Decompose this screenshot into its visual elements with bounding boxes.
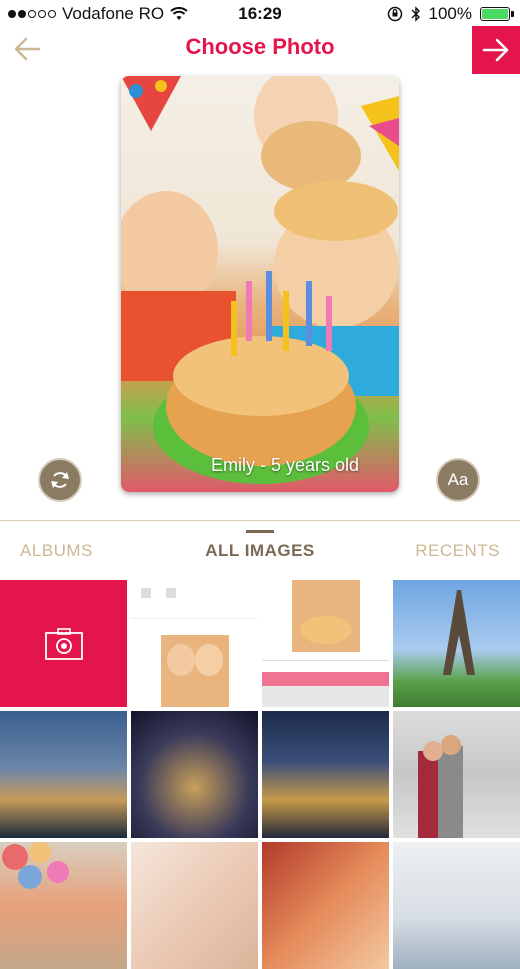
image-source-tabs: ALBUMS ALL IMAGES RECENTS <box>0 520 520 575</box>
orientation-lock-icon <box>387 6 402 22</box>
photo-caption: Emily - 5 years old <box>211 455 360 475</box>
image-thumbnail[interactable] <box>131 711 258 838</box>
rotate-icon <box>51 472 69 488</box>
image-thumbnail[interactable] <box>0 711 127 838</box>
photo-preview[interactable]: Emily - 5 years old <box>121 76 399 492</box>
image-thumbnail[interactable] <box>0 842 127 969</box>
battery-icon <box>480 7 514 21</box>
image-thumbnail[interactable] <box>393 711 520 838</box>
navigation-bar: Choose Photo <box>0 26 520 74</box>
preview-photo-illustration <box>121 76 399 484</box>
image-thumbnail[interactable] <box>262 842 389 969</box>
couple-photo-illustration <box>418 735 463 838</box>
rotate-button[interactable] <box>38 458 82 502</box>
image-thumbnail[interactable] <box>262 711 389 838</box>
screenshot-thumbnail-illustration <box>131 588 258 707</box>
balloons-illustration <box>2 842 69 889</box>
camera-icon <box>44 627 83 660</box>
add-text-button[interactable]: Aa <box>436 458 480 502</box>
eiffel-tower-illustration <box>443 590 475 675</box>
arrow-right-icon <box>482 38 509 62</box>
image-thumbnail[interactable] <box>393 580 520 707</box>
image-thumbnail[interactable] <box>262 580 389 707</box>
tab-recents[interactable]: RECENTS <box>415 541 500 561</box>
image-thumbnail[interactable] <box>393 842 520 969</box>
camera-tile[interactable] <box>0 580 127 707</box>
active-tab-indicator <box>246 530 274 533</box>
screenshot-thumbnail-illustration <box>262 580 389 707</box>
battery-percentage: 100% <box>428 4 472 23</box>
image-thumbnail[interactable] <box>131 842 258 969</box>
image-thumbnail[interactable] <box>131 580 258 707</box>
next-button[interactable] <box>472 26 520 74</box>
status-bar: Vodafone RO 16:29 100% <box>0 0 520 28</box>
bluetooth-icon <box>411 6 420 22</box>
page-title: Choose Photo <box>185 34 335 59</box>
